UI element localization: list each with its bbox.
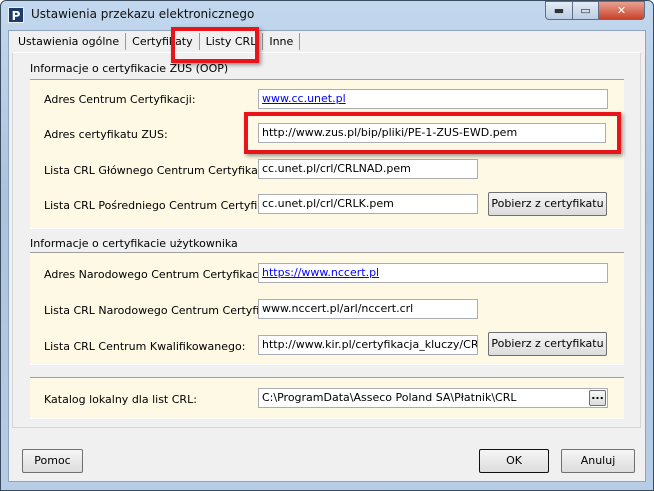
help-button[interactable]: Pomoc [22,449,83,473]
close-button[interactable]: ✕ [598,1,645,20]
highlight-tab-crl [171,27,259,63]
zus-cert-address-label: Adres certyfikatu ZUS: [44,128,168,141]
zus-ca-address-input[interactable]: www.cc.unet.pl [258,89,608,109]
tab-general[interactable]: Ustawienia ogólne [12,33,127,50]
user-fetch-from-cert-button[interactable]: Pobierz z certyfikatu [488,332,607,356]
qualified-ca-crl-input[interactable]: http://www.kir.pl/certyfikacja_kluczy/CR… [258,335,478,355]
zus-root-crl-input[interactable]: cc.unet.pl/crl/CRLNAD.pem [258,159,478,179]
zus-root-crl-label: Lista CRL Głównego Centrum Certyfikacji: [44,164,274,177]
close-icon: ✕ [616,4,627,17]
cancel-button[interactable]: Anuluj [561,449,635,473]
national-ca-crl-input[interactable]: www.nccert.pl/arl/nccert.crl [258,299,478,319]
zus-ca-address-label: Adres Centrum Certyfikacji: [44,93,196,106]
browse-button[interactable]: ... [589,390,606,406]
national-ca-crl-label: Lista CRL Narodowego Centrum Certyfikacj… [44,304,289,317]
minimize-icon: ▬ [553,4,565,17]
highlight-zus-cert-address [244,112,621,154]
zus-intermediate-crl-label: Lista CRL Pośredniego Centrum Certyfikac… [44,199,287,212]
national-ca-address-input[interactable]: https://www.nccert.pl [258,263,608,283]
minimize-button[interactable]: ▬ [545,1,573,20]
local-crl-dir-input[interactable]: C:\ProgramData\Asseco Poland SA\Płatnik\… [258,388,608,408]
zus-intermediate-crl-input[interactable]: cc.unet.pl/crl/CRLK.pem [258,194,478,214]
user-group-label: Informacje o certyfikacie użytkownika [30,237,238,250]
app-icon: P [8,7,24,23]
maximize-button[interactable]: ▭ [572,1,599,20]
zus-fetch-from-cert-button[interactable]: Pobierz z certyfikatu [488,192,607,216]
national-ca-address-label: Adres Narodowego Centrum Certyfikacji: [44,268,269,281]
qualified-ca-crl-label: Lista CRL Centrum Kwalifikowanego: [44,340,246,353]
tab-other[interactable]: Inne [263,33,301,50]
window-title: Ustawienia przekazu elektronicznego [31,7,255,21]
zus-group-label: Informacje o certyfikacie ZUS (OOP) [30,62,229,75]
local-crl-dir-label: Katalog lokalny dla list CRL: [44,393,197,406]
ok-button[interactable]: OK [479,449,549,473]
maximize-icon: ▭ [580,4,591,17]
